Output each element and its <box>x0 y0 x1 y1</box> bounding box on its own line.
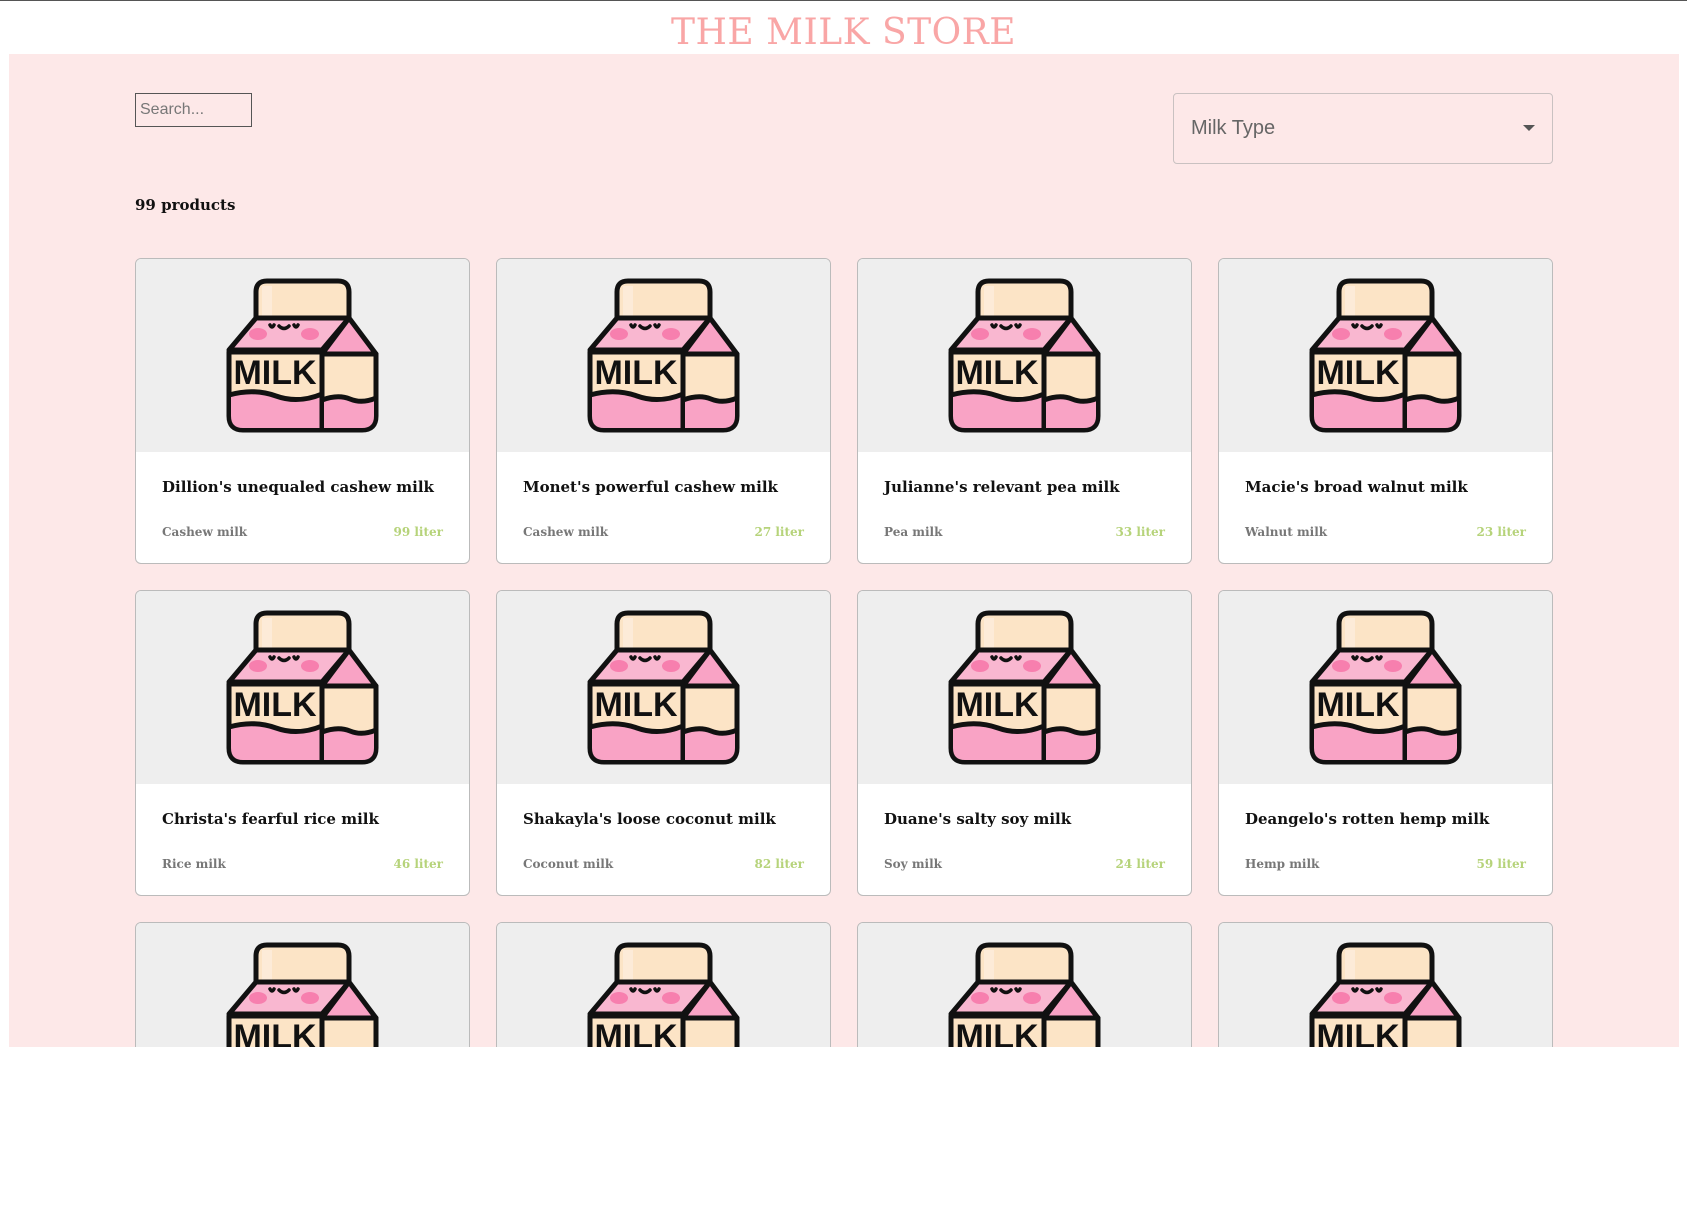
product-type: Coconut milk <box>523 857 614 871</box>
milk-label: MILK <box>594 354 678 392</box>
product-card[interactable]: MILK Duane's salty soy milk Soy milk 24 … <box>857 590 1192 896</box>
product-name: Shakayla's loose coconut milk <box>523 810 776 828</box>
product-volume: 82 liter <box>754 857 805 871</box>
product-type: Walnut milk <box>1245 525 1328 539</box>
milk-carton-icon: MILK <box>948 942 1100 1048</box>
product-image: MILK <box>858 259 1191 452</box>
milk-carton-icon: MILK <box>226 942 378 1048</box>
product-count: 99 products <box>135 196 236 214</box>
product-card[interactable]: MILK <box>1218 922 1553 1047</box>
milk-label: MILK <box>1316 354 1400 392</box>
product-card[interactable]: MILK Monet's powerful cashew milk Cashew… <box>496 258 831 564</box>
product-card[interactable]: MILK Deangelo's rotten hemp milk Hemp mi… <box>1218 590 1553 896</box>
milk-label: MILK <box>955 686 1039 724</box>
product-name: Duane's salty soy milk <box>884 810 1072 828</box>
product-image: MILK <box>136 591 469 784</box>
product-type: Soy milk <box>884 857 942 871</box>
product-info: Christa's fearful rice milk Rice milk 46… <box>136 784 469 895</box>
milk-label: MILK <box>955 1018 1039 1048</box>
product-name: Christa's fearful rice milk <box>162 810 379 828</box>
product-image: MILK <box>1219 259 1552 452</box>
product-type: Rice milk <box>162 857 226 871</box>
milk-carton-icon: MILK <box>226 278 378 432</box>
product-image: MILK <box>497 259 830 452</box>
product-name: Macie's broad walnut milk <box>1245 478 1468 496</box>
product-card[interactable]: MILK Christa's fearful rice milk Rice mi… <box>135 590 470 896</box>
milk-label: MILK <box>1316 1018 1400 1048</box>
product-name: Dillion's unequaled cashew milk <box>162 478 434 496</box>
product-card[interactable]: MILK <box>857 922 1192 1047</box>
milk-type-select[interactable]: Milk Type <box>1173 93 1553 164</box>
milk-label: MILK <box>594 686 678 724</box>
product-image: MILK <box>1219 591 1552 784</box>
product-volume: 24 liter <box>1115 857 1166 871</box>
milk-label: MILK <box>594 1018 678 1048</box>
product-info: Duane's salty soy milk Soy milk 24 liter <box>858 784 1191 895</box>
product-type: Cashew milk <box>523 525 609 539</box>
milk-carton-icon: MILK <box>226 610 378 764</box>
product-card[interactable]: MILK <box>496 922 831 1047</box>
product-card[interactable]: MILK Macie's broad walnut milk Walnut mi… <box>1218 258 1553 564</box>
product-card[interactable]: MILK Shakayla's loose coconut milk Cocon… <box>496 590 831 896</box>
product-image: MILK <box>136 923 469 1047</box>
product-volume: 59 liter <box>1476 857 1527 871</box>
milk-carton-icon: MILK <box>587 610 739 764</box>
product-info: Shakayla's loose coconut milk Coconut mi… <box>497 784 830 895</box>
milk-label: MILK <box>1316 686 1400 724</box>
product-grid: MILK Dillion's unequaled cashew milk Cas… <box>135 258 1555 1047</box>
milk-carton-icon: MILK <box>587 942 739 1048</box>
product-volume: 27 liter <box>754 525 805 539</box>
product-type: Cashew milk <box>162 525 248 539</box>
product-info: Deangelo's rotten hemp milk Hemp milk 59… <box>1219 784 1552 895</box>
caret-down-icon <box>1523 125 1535 131</box>
product-card[interactable]: MILK <box>135 922 470 1047</box>
product-volume: 99 liter <box>393 525 444 539</box>
product-volume: 33 liter <box>1115 525 1166 539</box>
milk-label: MILK <box>233 686 317 724</box>
milk-carton-icon: MILK <box>948 610 1100 764</box>
milk-carton-icon: MILK <box>587 278 739 432</box>
product-type: Pea milk <box>884 525 943 539</box>
product-info: Macie's broad walnut milk Walnut milk 23… <box>1219 452 1552 563</box>
product-volume: 46 liter <box>393 857 444 871</box>
product-card[interactable]: MILK Dillion's unequaled cashew milk Cas… <box>135 258 470 564</box>
product-info: Julianne's relevant pea milk Pea milk 33… <box>858 452 1191 563</box>
milk-carton-icon: MILK <box>1309 278 1461 432</box>
product-image: MILK <box>497 923 830 1047</box>
milk-label: MILK <box>233 1018 317 1048</box>
product-type: Hemp milk <box>1245 857 1320 871</box>
milk-carton-icon: MILK <box>948 278 1100 432</box>
product-volume: 23 liter <box>1476 525 1527 539</box>
product-info: Monet's powerful cashew milk Cashew milk… <box>497 452 830 563</box>
milk-label: MILK <box>955 354 1039 392</box>
product-image: MILK <box>1219 923 1552 1047</box>
product-info: Dillion's unequaled cashew milk Cashew m… <box>136 452 469 563</box>
product-image: MILK <box>858 591 1191 784</box>
product-name: Monet's powerful cashew milk <box>523 478 778 496</box>
product-name: Julianne's relevant pea milk <box>884 478 1120 496</box>
milk-carton-icon: MILK <box>1309 610 1461 764</box>
milk-carton-icon: MILK <box>1309 942 1461 1048</box>
product-image: MILK <box>497 591 830 784</box>
main-panel: Milk Type 99 products <box>9 54 1679 1047</box>
milk-label: MILK <box>233 354 317 392</box>
top-border <box>0 0 1687 1</box>
product-name: Deangelo's rotten hemp milk <box>1245 810 1490 828</box>
milk-type-select-label: Milk Type <box>1191 117 1276 139</box>
product-image: MILK <box>858 923 1191 1047</box>
product-card[interactable]: MILK Julianne's relevant pea milk Pea mi… <box>857 258 1192 564</box>
search-input[interactable] <box>135 93 252 127</box>
site-title: THE MILK STORE <box>670 12 1017 53</box>
product-image: MILK <box>136 259 469 452</box>
